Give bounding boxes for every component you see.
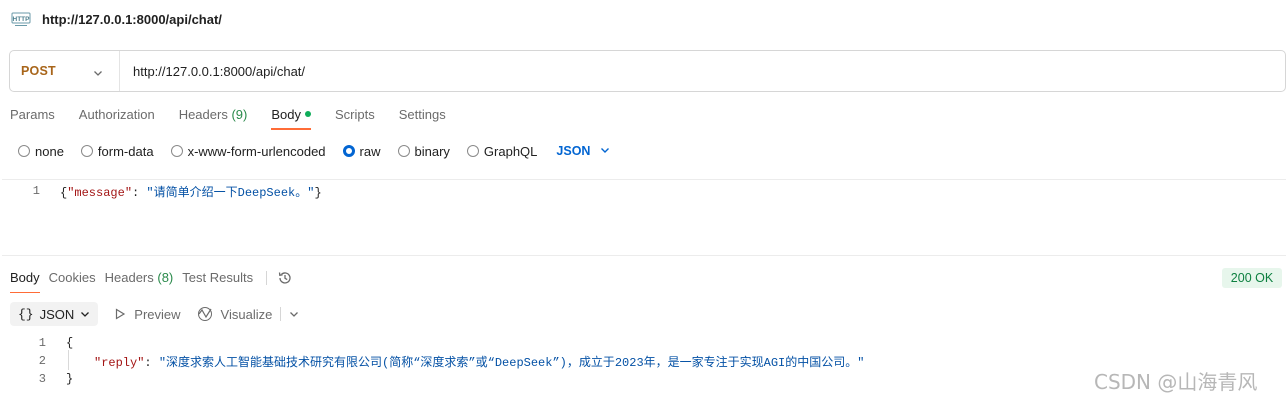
body-type-binary[interactable]: binary [397, 143, 450, 159]
url-input[interactable] [120, 51, 1285, 91]
body-modified-dot [304, 111, 311, 117]
radio-form-data[interactable] [80, 145, 93, 157]
url-bar: POST [9, 50, 1286, 92]
response-tab-cookies-label: Cookies [48, 270, 96, 285]
body-type-urlencoded[interactable]: x-www-form-urlencoded [170, 143, 326, 159]
method-select[interactable]: POST [10, 51, 120, 91]
preview-label: Preview [134, 306, 181, 322]
chevron-down-icon [93, 66, 103, 81]
radio-urlencoded[interactable] [170, 145, 183, 157]
response-toolbar: {} JSON Preview Visualize [10, 302, 299, 326]
response-line: 1 { [0, 336, 73, 350]
body-type-form-data[interactable]: form-data [80, 143, 154, 159]
request-title[interactable]: http://127.0.0.1:8000/api/chat/ [42, 12, 222, 27]
request-tabs: Params Authorization Headers (9) Body Sc… [10, 104, 470, 130]
history-icon[interactable] [277, 270, 293, 286]
line-number: 1 [38, 336, 46, 350]
body-type-graphql-label: GraphQL [483, 143, 538, 159]
visualize-label: Visualize [220, 306, 273, 322]
http-icon: HTTP [10, 9, 32, 29]
request-title-bar: HTTP http://127.0.0.1:8000/api/chat/ [0, 0, 1286, 38]
tab-scripts-label: Scripts [334, 107, 375, 122]
preview-button[interactable]: Preview [114, 306, 181, 322]
body-type-none[interactable]: none [18, 144, 64, 159]
response-line: 2 "reply": "深度求索人工智能基础技术研究有限公司(简称“深度求索”或… [0, 354, 865, 370]
body-type-graphql[interactable]: GraphQL [466, 143, 538, 159]
tab-settings[interactable]: Settings [399, 104, 446, 130]
json-key: "reply" [94, 355, 145, 370]
play-icon [116, 308, 126, 320]
json-key: "message" [67, 185, 133, 200]
line-number: 2 [38, 354, 46, 368]
chevron-down-icon [600, 144, 610, 158]
body-type-none-label: none [35, 143, 64, 159]
tab-body-label: Body [271, 107, 301, 122]
json-value: "请简单介绍一下DeepSeek。" [146, 185, 315, 200]
divider [280, 307, 282, 321]
tab-params-label: Params [10, 107, 55, 122]
raw-format-select[interactable]: JSON [556, 144, 610, 158]
radio-none[interactable] [18, 145, 30, 157]
visualize-icon [197, 307, 212, 321]
body-type-options: none form-data x-www-form-urlencoded raw… [18, 142, 610, 160]
code-text: {"message": "请简单介绍一下DeepSeek。"} [60, 185, 322, 200]
radio-binary[interactable] [397, 145, 410, 157]
response-tab-test-results[interactable]: Test Results [182, 269, 253, 293]
visualize-button[interactable]: Visualize [197, 306, 273, 322]
radio-raw[interactable] [342, 145, 355, 157]
tab-authorization[interactable]: Authorization [79, 104, 155, 130]
divider [266, 271, 268, 285]
method-label: POST [21, 64, 56, 78]
response-tab-cookies[interactable]: Cookies [49, 269, 96, 293]
tab-headers[interactable]: Headers (9) [179, 104, 248, 130]
tab-settings-label: Settings [398, 107, 446, 122]
code-text: "reply": "深度求索人工智能基础技术研究有限公司(简称“深度求索”或“D… [94, 355, 865, 370]
tab-authorization-label: Authorization [78, 107, 155, 122]
chevron-down-icon[interactable] [289, 309, 299, 319]
tab-params[interactable]: Params [10, 104, 55, 130]
response-format-label: JSON [39, 306, 75, 322]
response-tab-body[interactable]: Body [10, 269, 40, 293]
response-tab-test-results-label: Test Results [182, 270, 254, 285]
tab-body[interactable]: Body [271, 104, 311, 130]
tab-scripts[interactable]: Scripts [335, 104, 375, 130]
raw-format-label: JSON [556, 144, 591, 158]
response-tab-body-label: Body [10, 270, 40, 285]
svg-text:HTTP: HTTP [13, 16, 31, 23]
radio-graphql[interactable] [466, 145, 479, 157]
request-body-editor[interactable]: 1 {"message": "请简单介绍一下DeepSeek。"} [2, 179, 1286, 256]
braces-icon: {} [18, 306, 34, 322]
body-type-form-data-label: form-data [97, 143, 154, 159]
close-brace: } [66, 372, 74, 386]
open-brace: { [66, 336, 74, 350]
watermark: CSDN @山海青风 [1094, 370, 1258, 394]
body-type-raw-label: raw [359, 143, 381, 159]
body-type-raw[interactable]: raw [342, 143, 381, 159]
response-headers-count: (8) [157, 270, 174, 285]
body-type-urlencoded-label: x-www-form-urlencoded [187, 143, 326, 159]
headers-count: (9) [231, 107, 248, 122]
status-badge[interactable]: 200 OK [1222, 268, 1282, 288]
tab-headers-label: Headers [178, 107, 228, 122]
line-number: 1 [32, 184, 40, 198]
body-type-binary-label: binary [414, 143, 450, 159]
response-tabs: Body Cookies Headers (8) Test Results [10, 269, 293, 293]
response-tab-headers[interactable]: Headers (8) [105, 269, 174, 293]
line-number: 3 [38, 372, 46, 386]
response-format-select[interactable]: {} JSON [10, 302, 99, 326]
response-tab-headers-label: Headers [104, 270, 154, 285]
json-value: "深度求索人工智能基础技术研究有限公司(简称“深度求索”或“DeepSeek”)… [158, 355, 865, 370]
editor-line: 1 {"message": "请简单介绍一下DeepSeek。"} [2, 183, 322, 200]
chevron-down-icon [80, 307, 90, 322]
response-line: 3 } [0, 372, 73, 386]
